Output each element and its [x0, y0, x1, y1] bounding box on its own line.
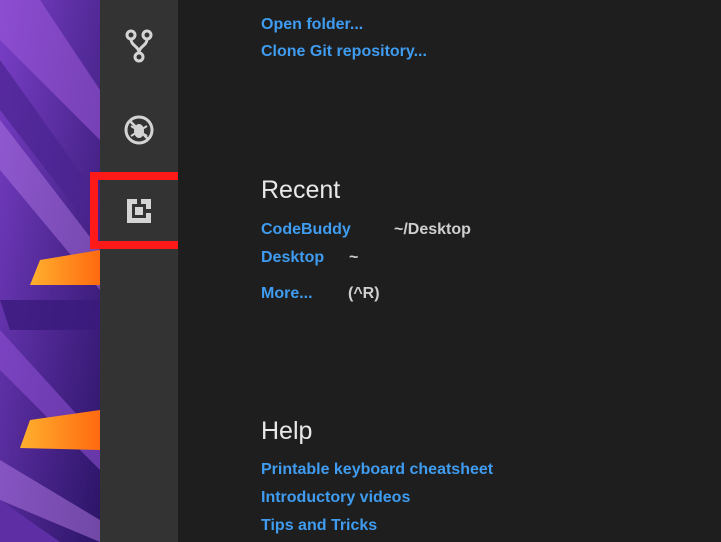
extensions-icon[interactable] [100, 183, 178, 239]
debug-glyph [124, 115, 154, 145]
desktop-wallpaper [0, 0, 100, 542]
recent-heading: Recent [261, 176, 341, 204]
extensions-glyph [127, 199, 151, 223]
source-control-icon[interactable] [100, 18, 178, 74]
recent-item-codebuddy[interactable]: CodeBuddy [261, 221, 351, 239]
wallpaper-art [0, 0, 100, 542]
screen: Open folder... Clone Git repository... R… [0, 0, 721, 542]
debug-icon[interactable] [100, 102, 178, 158]
tips-and-tricks-link[interactable]: Tips and Tricks [261, 517, 377, 535]
recent-item-codebuddy-path: ~/Desktop [394, 221, 471, 238]
more-recent-link[interactable]: More... [261, 285, 313, 303]
recent-item-desktop[interactable]: Desktop [261, 249, 324, 267]
more-recent-shortcut: (^R) [348, 285, 380, 302]
source-control-glyph [125, 29, 153, 63]
clone-git-repository-link[interactable]: Clone Git repository... [261, 43, 427, 61]
welcome-page: Open folder... Clone Git repository... R… [178, 0, 721, 542]
activity-bar [100, 0, 178, 542]
introductory-videos-link[interactable]: Introductory videos [261, 489, 410, 507]
help-heading: Help [261, 417, 313, 445]
recent-item-desktop-path: ~ [349, 249, 359, 266]
keyboard-cheatsheet-link[interactable]: Printable keyboard cheatsheet [261, 461, 493, 479]
open-folder-link[interactable]: Open folder... [261, 16, 363, 34]
